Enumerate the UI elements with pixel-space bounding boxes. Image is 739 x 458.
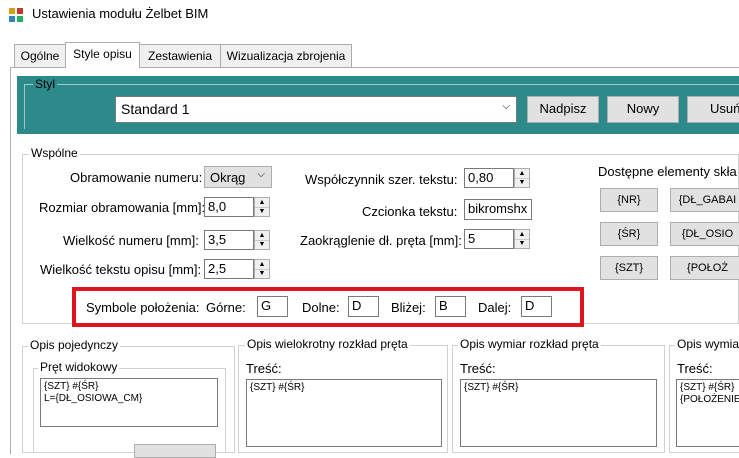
pret-widokowy-legend: Pręt widokowy (38, 360, 120, 374)
opis-pojedynczy-legend: Opis pojedynczy (28, 338, 121, 352)
rozmiar-spinner[interactable]: ▲ ▼ (254, 197, 270, 217)
arrow-down-icon[interactable]: ▼ (255, 269, 269, 278)
tab-strip: Ogólne Style opisu Zestawienia Wizualiza… (0, 42, 739, 68)
odnosnik-select[interactable] (134, 444, 216, 458)
chevron-down-icon: ⌵ (257, 169, 265, 180)
opis-wymiar-textarea[interactable]: {SZT} #{ŚR} (460, 379, 657, 447)
style-select[interactable]: Standard 1 ⌵ (115, 96, 517, 123)
tab-zestawienia[interactable]: Zestawienia (139, 44, 221, 67)
tab-style-opisu[interactable]: Style opisu (65, 42, 140, 68)
gorne-label: Górne: (206, 300, 246, 315)
wspolczynnik-input[interactable]: 0,80 (464, 168, 514, 188)
czcionka-label: Czcionka tekstu: (362, 204, 458, 219)
obramowanie-value: Okrąg (210, 170, 246, 185)
symbole-label: Symbole położenia: (86, 300, 200, 315)
obramowanie-label: Obramowanie numeru: (70, 170, 203, 185)
opis-wielokrotny-tresc-label: Treść: (246, 361, 282, 376)
dolne-input[interactable]: D (348, 296, 379, 317)
element-dl-osiowa-button[interactable]: {DŁ_OSIO (670, 222, 739, 246)
zaokraglenie-input[interactable]: 5 (464, 229, 514, 249)
zaokraglenie-label: Zaokrąglenie dł. pręta [mm]: (300, 233, 462, 248)
arrow-down-icon[interactable]: ▼ (515, 239, 529, 248)
styl-legend: Styl (33, 77, 58, 91)
dolne-label: Dolne: (302, 300, 340, 315)
element-polozenie-button[interactable]: {POŁOŻ (670, 256, 739, 280)
tab-ogolne[interactable]: Ogólne (14, 44, 66, 67)
opis-wymiar2-textarea[interactable]: {SZT} #{ŚR} {POŁOŻENIE (676, 379, 739, 447)
opis-wielokrotny-legend: Opis wielokrotny rozkład pręta (245, 337, 410, 351)
style-select-value: Standard 1 (121, 101, 190, 117)
pret-widokowy-textarea[interactable]: {SZT} #{ŚR} L={DŁ_OSIOWA_CM} (40, 378, 218, 427)
blizej-input[interactable]: B (435, 296, 466, 317)
chevron-down-icon: ⌵ (502, 101, 510, 112)
czcionka-input[interactable]: bikromshx (464, 199, 532, 220)
window-title: Ustawienia modułu Żelbet BIM (32, 6, 209, 21)
title-bar: Ustawienia modułu Żelbet BIM (0, 0, 739, 30)
opis-wymiar-legend: Opis wymiar rozkład pręta (458, 337, 601, 351)
tab-wizualizacja[interactable]: Wizualizacja zbrojenia (220, 44, 352, 67)
rozmiar-input[interactable]: 8,0 (204, 197, 254, 217)
opis-wymiar-tresc-label: Treść: (460, 361, 496, 376)
arrow-down-icon[interactable]: ▼ (255, 207, 269, 216)
wielkosc-tekstu-label: Wielkość tekstu opisu [mm]: (40, 262, 202, 277)
wielkosc-numeru-spinner[interactable]: ▲ ▼ (254, 230, 270, 250)
wielkosc-numeru-input[interactable]: 3,5 (204, 230, 254, 250)
element-sr-button[interactable]: {ŚR} (600, 222, 658, 246)
wielkosc-tekstu-spinner[interactable]: ▲ ▼ (254, 259, 270, 279)
opis-wymiar2-legend: Opis wymiar (675, 337, 739, 351)
opis-wielokrotny-textarea[interactable]: {SZT} #{ŚR} (246, 379, 442, 447)
opis-wymiar2-tresc-label: Treść: (677, 361, 713, 376)
element-dl-gabaryt-button[interactable]: {DŁ_GABAI (670, 188, 739, 212)
zaokraglenie-spinner[interactable]: ▲ ▼ (514, 229, 530, 249)
wspolczynnik-spinner[interactable]: ▲ ▼ (514, 168, 530, 188)
wielkosc-tekstu-input[interactable]: 2,5 (204, 259, 254, 279)
wielkosc-numeru-label: Wielkość numeru [mm]: (63, 233, 199, 248)
arrow-down-icon[interactable]: ▼ (515, 178, 529, 187)
wspolne-legend: Wspólne (29, 146, 80, 160)
gorne-input[interactable]: G (257, 296, 288, 317)
arrow-down-icon[interactable]: ▼ (255, 240, 269, 249)
nowy-button[interactable]: Nowy (607, 96, 679, 123)
obramowanie-select[interactable]: Okrąg ⌵ (204, 166, 272, 188)
blizej-label: Bliżej: (391, 300, 426, 315)
dalej-label: Dalej: (478, 300, 512, 315)
rozmiar-label: Rozmiar obramowania [mm]: (39, 200, 206, 215)
element-szt-button[interactable]: {SZT} (600, 256, 658, 280)
app-grid-icon (9, 8, 23, 22)
nadpisz-button[interactable]: Nadpisz (527, 96, 599, 123)
usun-button[interactable]: Usuń (687, 96, 739, 123)
dostepne-label: Dostępne elementy skła (598, 164, 737, 179)
element-nr-button[interactable]: {NR} (600, 188, 658, 212)
dalej-input[interactable]: D (521, 296, 552, 317)
wspolczynnik-label: Współczynnik szer. tekstu: (305, 172, 458, 187)
